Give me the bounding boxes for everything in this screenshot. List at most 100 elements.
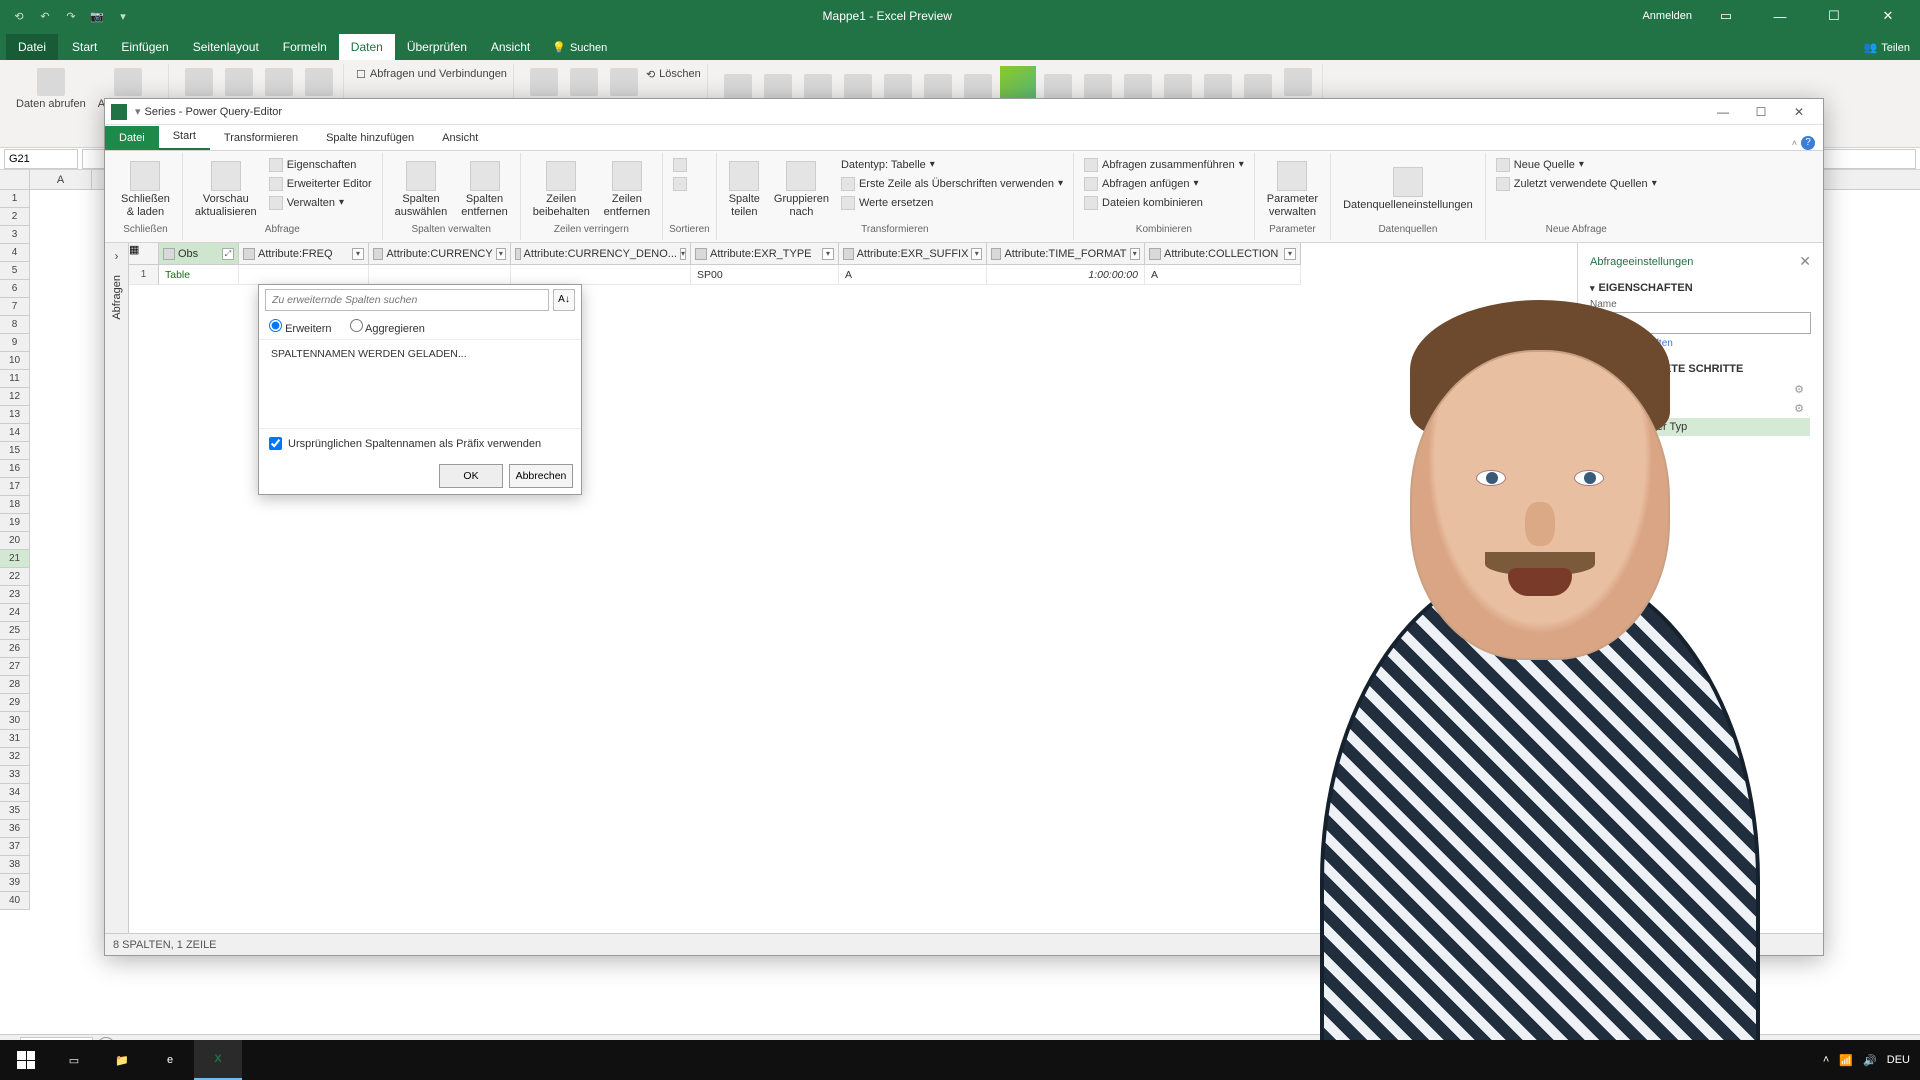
row-header[interactable]: 12 xyxy=(0,388,30,406)
pq-tab-view[interactable]: Ansicht xyxy=(428,126,492,150)
expand-queries-icon[interactable]: › xyxy=(115,249,119,263)
redo-icon[interactable]: ↷ xyxy=(62,7,80,25)
applied-step[interactable]: ✕Geänderter Typ xyxy=(1591,418,1810,436)
expand-radio[interactable]: Erweitern xyxy=(269,319,332,335)
properties-button[interactable]: Eigenschaften xyxy=(265,155,376,174)
tab-formulas[interactable]: Formeln xyxy=(271,34,339,60)
maximize-icon[interactable]: ☐ xyxy=(1814,8,1854,24)
row-header[interactable]: 13 xyxy=(0,406,30,424)
row-header[interactable]: 25 xyxy=(0,622,30,640)
pq-column-header[interactable]: Attribute:CURRENCY_DENO...▾ xyxy=(511,243,691,265)
row-header[interactable]: 33 xyxy=(0,766,30,784)
network-icon[interactable]: 📶 xyxy=(1839,1054,1853,1067)
pq-maximize-icon[interactable]: ☐ xyxy=(1743,100,1779,124)
row-header[interactable]: 30 xyxy=(0,712,30,730)
applied-step[interactable]: Navigation⚙ xyxy=(1591,399,1810,418)
row-header[interactable]: 7 xyxy=(0,298,30,316)
tab-data[interactable]: Daten xyxy=(339,34,395,60)
gear-icon[interactable]: ⚙ xyxy=(1794,383,1804,396)
filter-dropdown-icon[interactable]: ▾ xyxy=(822,248,834,260)
row-header[interactable]: 8 xyxy=(0,316,30,334)
data-source-settings-button[interactable]: Datenquelleneinstellungen xyxy=(1337,155,1479,224)
row-header[interactable]: 1 xyxy=(0,190,30,208)
tab-start[interactable]: Start xyxy=(60,34,109,60)
task-view-button[interactable]: ▭ xyxy=(50,1040,98,1080)
queries-pane-collapsed[interactable]: › Abfragen xyxy=(105,243,129,933)
cell-exr-suffix[interactable]: A xyxy=(839,265,987,285)
file-explorer-button[interactable]: 📁 xyxy=(98,1040,146,1080)
share-button[interactable]: 👥Teilen xyxy=(1854,35,1920,60)
gear-icon[interactable]: ⚙ xyxy=(1794,402,1804,415)
row-header[interactable]: 17 xyxy=(0,478,30,496)
row-header[interactable]: 35 xyxy=(0,802,30,820)
cell-time-format[interactable]: 1:00:00:00 xyxy=(987,265,1145,285)
taskbar[interactable]: ▭ 📁 e X ˄ 📶 🔊 DEU xyxy=(0,1040,1920,1080)
close-icon[interactable]: ✕ xyxy=(1868,8,1908,24)
tell-me-search[interactable]: 💡Suchen xyxy=(542,35,617,60)
minimize-icon[interactable]: — xyxy=(1760,9,1800,24)
pq-close-icon[interactable]: ✕ xyxy=(1781,100,1817,124)
row-header[interactable]: 19 xyxy=(0,514,30,532)
row-header[interactable]: 40 xyxy=(0,892,30,910)
first-row-headers-button[interactable]: Erste Zeile als Überschriften verwenden … xyxy=(837,174,1067,193)
pq-column-header[interactable]: Attribute:CURRENCY▾ xyxy=(369,243,511,265)
queries-connections-check[interactable]: ☐Abfragen und Verbindungen xyxy=(356,66,507,82)
row-header[interactable]: 14 xyxy=(0,424,30,442)
pq-column-header[interactable]: Attribute:COLLECTION▾ xyxy=(1145,243,1301,265)
delete-step-icon[interactable]: ✕ xyxy=(1597,422,1607,433)
row-header[interactable]: 38 xyxy=(0,856,30,874)
filter-dropdown-icon[interactable]: ▾ xyxy=(1284,248,1296,260)
get-data-button[interactable]: Daten abrufen xyxy=(12,66,90,112)
cell-obs[interactable]: Table xyxy=(159,265,239,285)
row-header[interactable]: 23 xyxy=(0,586,30,604)
cell-freq[interactable] xyxy=(239,265,369,285)
filter-dropdown-icon[interactable]: ▾ xyxy=(496,248,506,260)
manage-params-button[interactable]: Parameter verwalten xyxy=(1261,155,1324,224)
pq-column-header[interactable]: Attribute:EXR_SUFFIX▾ xyxy=(839,243,987,265)
cell-currency-deno[interactable] xyxy=(511,265,691,285)
prefix-checkbox[interactable] xyxy=(269,437,282,450)
row-header[interactable]: 27 xyxy=(0,658,30,676)
row-header[interactable]: 26 xyxy=(0,640,30,658)
cell-exr-type[interactable]: SP00 xyxy=(691,265,839,285)
qat-more-icon[interactable]: ▾ xyxy=(114,7,132,25)
filter-dropdown-icon[interactable]: ▾ xyxy=(680,248,686,260)
row-header[interactable]: 32 xyxy=(0,748,30,766)
volume-icon[interactable]: 🔊 xyxy=(1863,1054,1877,1067)
undo-icon[interactable]: ↶ xyxy=(36,7,54,25)
row-number[interactable]: 1 xyxy=(129,265,159,285)
row-header[interactable]: 10 xyxy=(0,352,30,370)
row-header[interactable]: 22 xyxy=(0,568,30,586)
pq-tab-file[interactable]: Datei xyxy=(105,126,159,150)
row-header[interactable]: 3 xyxy=(0,226,30,244)
ok-button[interactable]: OK xyxy=(439,464,503,488)
filter-dropdown-icon[interactable]: ▾ xyxy=(971,248,982,260)
recent-sources-button[interactable]: Zuletzt verwendete Quellen ▾ xyxy=(1492,174,1661,193)
data-type-dropdown[interactable]: Datentyp: Tabelle ▾ xyxy=(837,155,1067,174)
advanced-editor-button[interactable]: Erweiterter Editor xyxy=(265,174,376,193)
expand-column-icon[interactable]: ⤢ xyxy=(222,248,234,260)
row-header[interactable]: 29 xyxy=(0,694,30,712)
pq-tab-transform[interactable]: Transformieren xyxy=(210,126,312,150)
close-settings-icon[interactable]: ✕ xyxy=(1799,253,1811,270)
row-header[interactable]: 5 xyxy=(0,262,30,280)
row-header[interactable]: 4 xyxy=(0,244,30,262)
choose-columns-button[interactable]: Spalten auswählen xyxy=(389,155,454,224)
sort-icon[interactable] xyxy=(526,66,562,100)
refresh-preview-button[interactable]: Vorschau aktualisieren xyxy=(189,155,263,224)
merge-queries-button[interactable]: Abfragen zusammenführen ▾ xyxy=(1080,155,1248,174)
filter-icon[interactable] xyxy=(606,66,642,100)
pq-column-header[interactable]: Attribute:EXR_TYPE▾ xyxy=(691,243,839,265)
collapse-icon[interactable]: ▾ xyxy=(1590,364,1595,375)
pq-column-header[interactable]: Attribute:TIME_FORMAT▾ xyxy=(987,243,1145,265)
ribbon-icon[interactable] xyxy=(301,66,337,100)
append-queries-button[interactable]: Abfragen anfügen ▾ xyxy=(1080,174,1248,193)
search-columns-input[interactable] xyxy=(265,289,549,311)
excel-taskbar-button[interactable]: X xyxy=(194,1040,242,1080)
tray-up-icon[interactable]: ˄ xyxy=(1823,1054,1829,1066)
col-header[interactable]: A xyxy=(30,170,92,189)
row-header[interactable]: 31 xyxy=(0,730,30,748)
applied-step[interactable]: Quelle⚙ xyxy=(1591,380,1810,399)
aggregate-radio[interactable]: Aggregieren xyxy=(350,319,425,335)
replace-values-button[interactable]: Werte ersetzen xyxy=(837,193,1067,212)
